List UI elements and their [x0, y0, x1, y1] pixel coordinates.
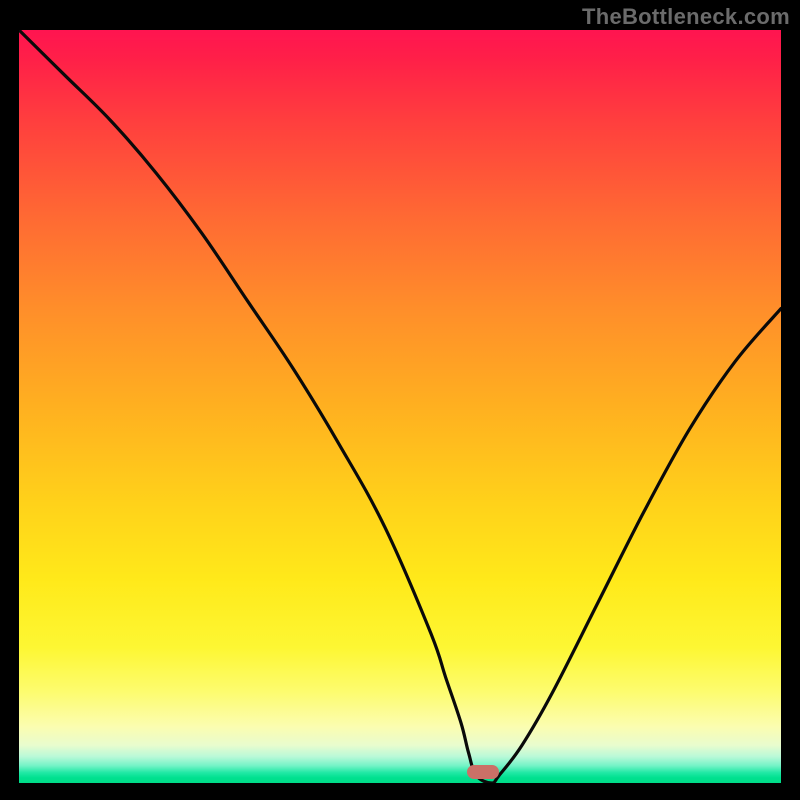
chart-container: TheBottleneck.com	[0, 0, 800, 800]
watermark-text: TheBottleneck.com	[582, 4, 790, 30]
optimal-marker	[467, 765, 499, 779]
plot-area	[19, 30, 781, 783]
bottleneck-curve	[19, 30, 781, 783]
